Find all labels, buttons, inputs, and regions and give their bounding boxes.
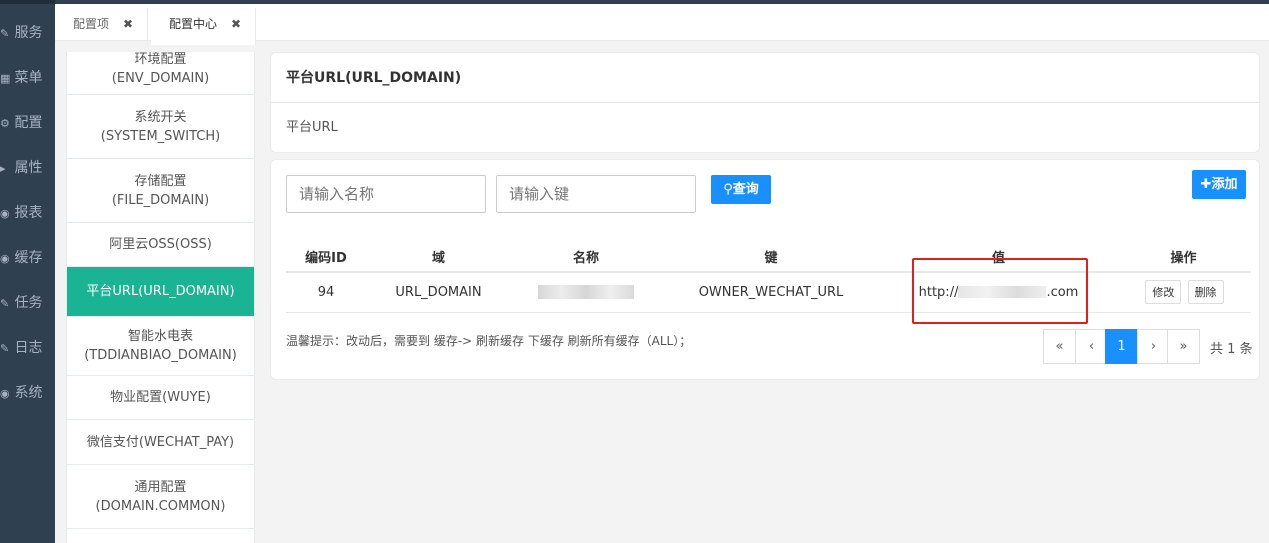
system-icon: ◉: [0, 387, 10, 400]
nav-item-log[interactable]: ✎ 日志: [0, 337, 55, 357]
close-icon[interactable]: ✖: [231, 17, 241, 31]
cell-domain: URL_DOMAIN: [366, 272, 511, 313]
config-item-name: 存储配置: [134, 173, 187, 189]
tab-config-items[interactable]: 配置项 ✖: [55, 8, 149, 45]
nav-item-service[interactable]: ✎ 服务: [0, 22, 55, 42]
config-item-code: (FILE_DOMAIN): [111, 192, 210, 208]
config-item-file[interactable]: 存储配置 (FILE_DOMAIN): [67, 159, 254, 223]
nav-item-menu[interactable]: ▦ 菜单: [0, 67, 55, 87]
nav-label: 日志: [14, 340, 43, 356]
search-icon: ⚲: [723, 182, 733, 197]
close-icon[interactable]: ✖: [123, 17, 133, 31]
page-next-button[interactable]: ›: [1137, 329, 1170, 364]
config-item-code: (ENV_DOMAIN): [111, 71, 210, 86]
table-row: 94 URL_DOMAIN OWNER_WECHAT_URL http://.c…: [286, 272, 1251, 313]
cell-name: [511, 272, 661, 313]
config-item-tddianbiao[interactable]: 智能水电表 (TDDIANBIAO_DOMAIN): [67, 317, 254, 376]
config-item-oss[interactable]: 阿里云OSS(OSS): [67, 223, 254, 267]
config-item-code: (DOMAIN.COMMON): [95, 498, 226, 514]
nav-label: 菜单: [14, 70, 43, 86]
config-item-name: 通用配置: [134, 479, 187, 495]
config-item-system-switch[interactable]: 系统开关 (SYSTEM_SWITCH): [67, 95, 254, 159]
database-icon: ◉: [0, 252, 10, 265]
config-item-code: (SYSTEM_SWITCH): [100, 128, 221, 144]
config-item-name: 微信支付(WECHAT_PAY): [86, 434, 235, 450]
config-item-env[interactable]: 环境配置 (ENV_DOMAIN): [67, 52, 254, 95]
table-header-row: 编码ID 域 名称 键 值 操作: [286, 242, 1251, 273]
gear-icon: ⚙: [0, 117, 10, 130]
config-item-name: 平台URL(URL_DOMAIN): [86, 284, 235, 299]
cell-id: 94: [286, 272, 366, 313]
col-domain: 域: [366, 242, 511, 273]
page-title: 平台URL(URL_DOMAIN): [271, 53, 1259, 103]
config-item-url[interactable]: 平台URL(URL_DOMAIN): [67, 267, 254, 317]
nav-label: 属性: [14, 160, 43, 176]
nav-label: 任务: [14, 295, 43, 311]
config-item-code: (TDDIANBIAO_DOMAIN): [84, 348, 237, 363]
nav-item-config[interactable]: ⚙ 配置: [0, 112, 55, 132]
page-current-button[interactable]: 1: [1105, 329, 1138, 364]
domain-detail-panel: 平台URL(URL_DOMAIN) 平台URL: [270, 52, 1260, 153]
config-item-name: 智能水电表: [127, 329, 193, 344]
config-table: 编码ID 域 名称 键 值 操作 94 URL_DOMAIN OWNER_WEC…: [286, 242, 1251, 313]
query-button[interactable]: ⚲查询: [711, 175, 771, 204]
page-prev-button[interactable]: ‹: [1075, 329, 1108, 364]
nav-label: 服务: [14, 25, 43, 41]
add-button[interactable]: ✚添加: [1192, 170, 1246, 199]
highlight-box: [912, 258, 1088, 324]
plus-icon: ✚: [1200, 177, 1212, 192]
tab-config-center[interactable]: 配置中心 ✖: [151, 8, 257, 45]
col-key: 键: [661, 242, 881, 273]
key-search-input[interactable]: [496, 175, 696, 213]
nav-item-system[interactable]: ◉ 系统: [0, 382, 55, 402]
total-count: 共 1 条: [1210, 342, 1253, 357]
add-label: 添加: [1211, 177, 1238, 192]
tag-icon: ▸: [0, 162, 6, 175]
redacted-name: [538, 285, 634, 300]
config-item-common[interactable]: 通用配置 (DOMAIN.COMMON): [67, 465, 254, 529]
config-list: 环境配置 (ENV_DOMAIN) 系统开关 (SYSTEM_SWITCH) 存…: [66, 52, 255, 543]
config-item-wechat-pay[interactable]: 微信支付(WECHAT_PAY): [67, 420, 254, 465]
cell-actions: 修改 删除: [1116, 272, 1251, 313]
chart-icon: ◉: [0, 207, 10, 220]
tab-label: 配置项: [73, 17, 110, 31]
config-item-wuye[interactable]: 物业配置(WUYE): [67, 376, 254, 420]
task-icon: ✎: [0, 297, 10, 310]
nav-label: 报表: [14, 205, 43, 221]
side-nav: ✎ 服务 ▦ 菜单 ⚙ 配置 ▸ 属性 ◉ 报表 ◉ 缓存 ✎ 任务 ✎ 日志 …: [0, 0, 55, 543]
col-actions: 操作: [1116, 242, 1251, 273]
domain-description: 平台URL: [286, 120, 338, 135]
delete-button[interactable]: 删除: [1187, 280, 1224, 305]
config-item-name: 阿里云OSS(OSS): [109, 237, 212, 252]
nav-label: 缓存: [14, 250, 43, 266]
nav-label: 配置: [14, 115, 43, 131]
tip-text: 温馨提示：改动后，需要到 缓存-> 刷新缓存 下缓存 刷新所有缓存（ALL）；: [286, 334, 692, 348]
nav-item-cache[interactable]: ◉ 缓存: [0, 247, 55, 267]
config-item-name: 环境配置: [134, 52, 187, 67]
tab-bar: 配置项 ✖ 配置中心 ✖: [55, 0, 1269, 45]
cell-key: OWNER_WECHAT_URL: [661, 272, 881, 313]
config-item-name: 物业配置(WUYE): [110, 390, 211, 405]
name-search-input[interactable]: [286, 175, 486, 213]
query-label: 查询: [732, 182, 759, 197]
config-item-name: 系统开关: [134, 109, 187, 125]
nav-item-report[interactable]: ◉ 报表: [0, 202, 55, 222]
edit-icon: ✎: [0, 27, 10, 40]
log-icon: ✎: [0, 342, 10, 355]
col-name: 名称: [511, 242, 661, 273]
nav-label: 系统: [14, 385, 43, 401]
tab-label: 配置中心: [169, 17, 218, 31]
nav-item-attribute[interactable]: ▸ 属性: [0, 157, 55, 177]
grid-icon: ▦: [0, 72, 11, 85]
nav-item-task[interactable]: ✎ 任务: [0, 292, 55, 312]
page-last-button[interactable]: »: [1167, 329, 1200, 364]
page-first-button[interactable]: «: [1043, 329, 1076, 364]
col-id: 编码ID: [286, 242, 366, 273]
edit-button[interactable]: 修改: [1145, 280, 1182, 305]
config-table-panel: ⚲查询 ✚添加 编码ID 域 名称 键 值 操作 94 URL_DOMAIN O…: [270, 159, 1260, 380]
